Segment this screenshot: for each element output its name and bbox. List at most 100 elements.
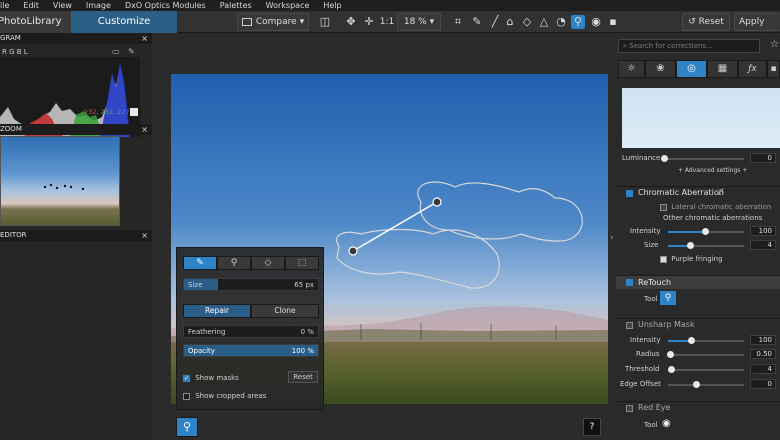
tab-detail[interactable]: ◎	[676, 60, 707, 78]
zoom-thumbnail[interactable]	[0, 136, 120, 226]
zoom-select[interactable]: 18 % ▾	[397, 13, 441, 31]
star-icon[interactable]: ☆	[770, 39, 779, 50]
eraser-tool-button[interactable]: ◇	[251, 256, 285, 270]
tab-photolibrary[interactable]: PhotoLibrary	[0, 11, 71, 33]
ca-size-value[interactable]: 4	[750, 240, 776, 250]
one-to-one-button[interactable]: 1:1	[378, 15, 396, 29]
unsharp-mask-header[interactable]: Unsharp Mask	[616, 318, 780, 331]
local-adjust-icon[interactable]: △	[537, 15, 551, 29]
editor-header: EDITOR ×	[0, 230, 152, 241]
close-icon[interactable]: ×	[141, 230, 148, 241]
show-mask-icon[interactable]: ◉	[589, 15, 603, 29]
apply-button[interactable]: Apply	[734, 13, 780, 31]
clone-mode-button[interactable]: Clone	[251, 304, 319, 318]
retouch-tool-label: Tool	[644, 295, 658, 303]
grid-icon: ▦	[717, 63, 728, 74]
collapse-right-icon[interactable]: ›	[610, 233, 614, 243]
mode-toggle: Repair Clone	[183, 304, 319, 318]
compare-button[interactable]: Compare ▾	[237, 13, 309, 31]
usm-radius-value[interactable]: 0.50	[750, 349, 776, 359]
retouch-toggle-button[interactable]: ⚲	[176, 417, 198, 437]
move-icon[interactable]: ✥	[344, 15, 358, 29]
size-slider[interactable]: Size 65 px	[183, 278, 319, 291]
section-enable-toggle[interactable]	[626, 190, 633, 197]
crop-icon[interactable]: ⌗	[451, 15, 465, 29]
close-icon[interactable]: ×	[141, 33, 148, 44]
eye-off-icon[interactable]: ◌̸	[717, 187, 724, 196]
pin-icon[interactable]: ✎	[128, 47, 135, 56]
horizon-icon[interactable]: ╱	[488, 15, 502, 29]
usm-edge-offset-slider[interactable]	[668, 381, 744, 388]
tab-color[interactable]: ❀	[645, 60, 676, 78]
luminance-slider[interactable]	[661, 155, 744, 162]
feathering-slider[interactable]: Feathering 0 %	[183, 325, 319, 338]
tab-light[interactable]: ☼	[618, 60, 645, 78]
retouch-tool-button[interactable]: ⚲	[660, 291, 676, 305]
split-view-icon[interactable]: ◫	[318, 15, 332, 29]
menu-image[interactable]: Image	[86, 1, 111, 10]
red-eye-icon[interactable]: ◔	[554, 15, 568, 29]
tab-geometry[interactable]: ▦	[707, 60, 738, 78]
advanced-settings-link[interactable]: + Advanced settings +	[678, 167, 747, 174]
tab-more[interactable]: ▪	[767, 60, 780, 78]
color-swatch	[130, 108, 138, 116]
pan-icon[interactable]: ✛	[362, 15, 376, 29]
eye-icon[interactable]: ◉	[662, 418, 671, 429]
checkbox	[660, 255, 667, 263]
tab-effects[interactable]: ƒx	[738, 60, 767, 78]
section-enable-toggle[interactable]	[626, 322, 633, 329]
usm-threshold-value[interactable]: 4	[750, 364, 776, 374]
opacity-slider[interactable]: Opacity 100 %	[183, 344, 319, 357]
menu-palettes[interactable]: Palettes	[220, 1, 252, 10]
menu-optics-modules[interactable]: DxO Optics Modules	[125, 1, 206, 10]
sun-icon: ☼	[627, 63, 636, 74]
eyedropper-icon[interactable]: ✎	[470, 15, 484, 29]
help-button[interactable]: ?	[583, 418, 601, 436]
luminance-value[interactable]: 0	[750, 153, 776, 163]
ca-intensity-value[interactable]: 100	[750, 226, 776, 236]
slider-knob	[661, 155, 668, 162]
menu-view[interactable]: View	[53, 1, 72, 10]
chromatic-aberration-header[interactable]: Chromatic Aberration ◌̸	[616, 186, 780, 199]
usm-radius-slider[interactable]	[667, 351, 744, 358]
close-icon[interactable]: ×	[141, 124, 148, 135]
search-icon: ⌕	[623, 42, 627, 50]
histogram-channels[interactable]: R G B L	[2, 48, 28, 56]
red-eye-header[interactable]: Red Eye	[616, 401, 780, 414]
more-icon[interactable]: ▪	[606, 15, 620, 29]
usm-threshold-slider[interactable]	[668, 366, 744, 373]
ca-size-slider[interactable]	[668, 242, 744, 249]
menu-help[interactable]: Help	[323, 1, 341, 10]
palette-reset-button[interactable]: Reset	[288, 371, 318, 383]
slider-knob	[693, 381, 700, 388]
chevron-down-icon: ▾	[299, 17, 305, 27]
usm-edge-offset-value[interactable]: 0	[750, 379, 776, 389]
menu-workspace[interactable]: Workspace	[266, 1, 310, 10]
section-enable-toggle[interactable]	[626, 405, 633, 412]
purple-fringing-checkbox[interactable]: Purple fringing	[660, 255, 723, 263]
repair-mode-button[interactable]: Repair	[183, 304, 251, 318]
menu-file[interactable]: File	[0, 1, 9, 10]
section-enable-toggle[interactable]	[626, 279, 633, 286]
monitor-icon[interactable]: ▭	[112, 47, 120, 56]
repair-brush-icon: ⚲	[182, 420, 192, 433]
tab-customize[interactable]: Customize	[71, 11, 177, 33]
retouch-header[interactable]: ReTouch	[616, 275, 780, 289]
lateral-ca-checkbox[interactable]: Lateral chromatic aberration	[660, 203, 771, 211]
show-masks-checkbox[interactable]: ✓ Show masks	[183, 374, 239, 382]
brush-tool-button[interactable]: ✎	[183, 256, 217, 270]
ca-intensity-slider[interactable]	[668, 228, 744, 235]
usm-intensity-value[interactable]: 100	[750, 335, 776, 345]
menu-edit[interactable]: Edit	[23, 1, 39, 10]
reset-button[interactable]: ↺ Reset	[682, 13, 730, 31]
search-input[interactable]: ⌕ Search for corrections...	[618, 39, 760, 53]
volume-deform-icon[interactable]: ◇	[520, 15, 534, 29]
selection-tool-button[interactable]: ⬚	[285, 256, 319, 270]
retouch-icon[interactable]: ⚲	[571, 15, 585, 29]
repair-tool-button[interactable]: ⚲	[217, 256, 251, 270]
usm-intensity-slider[interactable]	[668, 337, 744, 344]
tool-row: ✎ ⚲ ◇ ⬚	[183, 256, 319, 270]
perspective-icon[interactable]: ⌂	[503, 15, 517, 29]
repair-brush-icon: ⚲	[664, 293, 672, 303]
show-cropped-checkbox[interactable]: Show cropped areas	[183, 392, 266, 400]
